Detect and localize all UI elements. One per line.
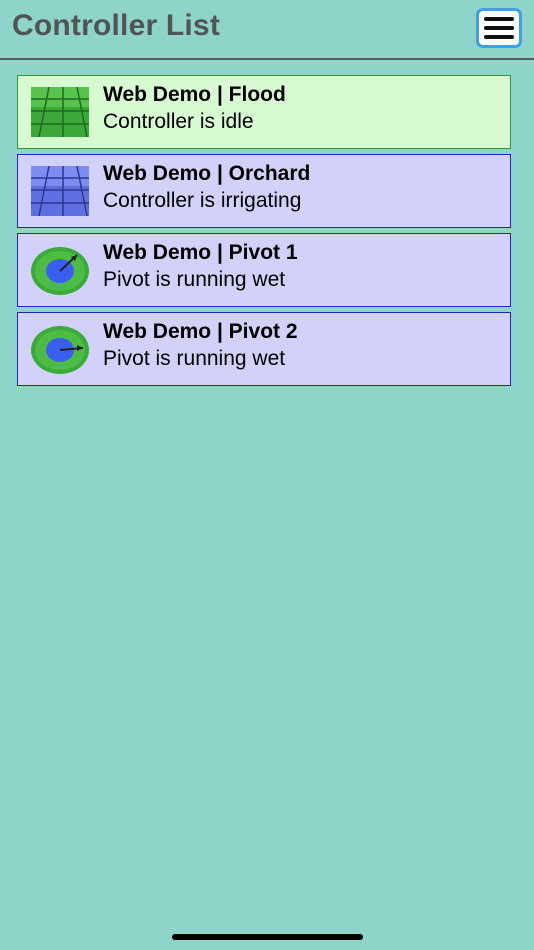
controller-status: Pivot is running wet	[103, 347, 286, 370]
controller-name: Web Demo | Flood	[103, 83, 286, 106]
controller-item-pivot-1[interactable]: Web Demo | Pivot 1 Pivot is running wet	[17, 233, 511, 307]
pivot-icon	[31, 247, 89, 295]
controller-item-pivot-2[interactable]: Web Demo | Pivot 2 Pivot is running wet	[17, 312, 511, 386]
controller-status: Controller is idle	[103, 110, 254, 133]
hamburger-menu-icon	[484, 17, 514, 21]
menu-button[interactable]	[476, 8, 522, 48]
controller-list: Web Demo | Flood Controller is idle Web …	[17, 75, 511, 391]
hamburger-menu-icon-bar	[484, 35, 514, 39]
app-header: Controller List	[0, 0, 534, 60]
controller-name: Web Demo | Pivot 1	[103, 241, 298, 264]
pivot-icon	[31, 326, 89, 374]
flood-field-icon	[31, 87, 89, 137]
orchard-field-icon	[31, 166, 89, 216]
hamburger-menu-icon-bar	[484, 26, 514, 30]
controller-status: Controller is irrigating	[103, 189, 302, 212]
controller-name: Web Demo | Pivot 2	[103, 320, 298, 343]
controller-name: Web Demo | Orchard	[103, 162, 311, 185]
home-indicator[interactable]	[172, 934, 363, 940]
controller-item-orchard[interactable]: Web Demo | Orchard Controller is irrigat…	[17, 154, 511, 228]
controller-status: Pivot is running wet	[103, 268, 286, 291]
controller-item-flood[interactable]: Web Demo | Flood Controller is idle	[17, 75, 511, 149]
page-title: Controller List	[12, 9, 221, 42]
